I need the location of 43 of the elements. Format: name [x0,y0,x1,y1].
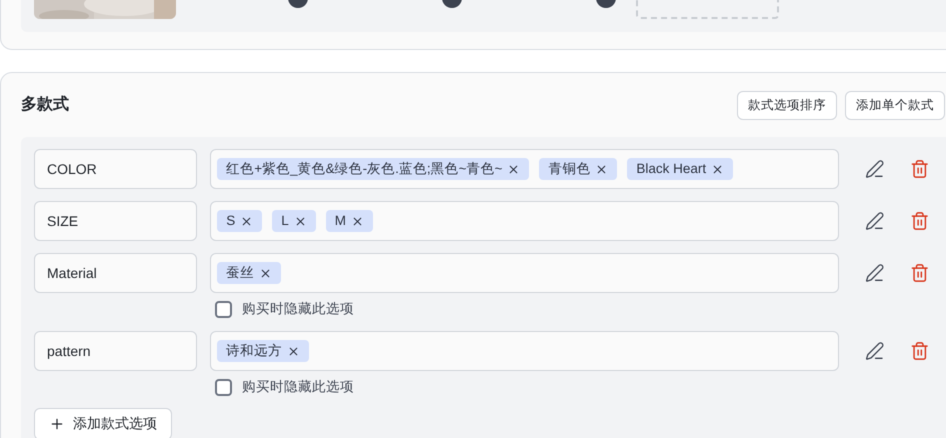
option-values-field[interactable]: 诗和远方 [210,331,840,372]
delete-icon[interactable] [910,341,929,362]
remove-icon[interactable] [507,162,520,176]
remove-icon[interactable] [240,214,254,228]
action-button[interactable]: 添加单个款式 [845,90,945,120]
tag-text: 红色+紫色_黄色&绿色-灰色.蓝色;黑色~青色~ [226,160,502,178]
option-name-field[interactable]: SIZE [34,201,198,241]
option-values-field[interactable]: S L M [210,201,840,241]
tag-text: L [281,212,289,230]
option-name-field[interactable]: pattern [34,331,198,372]
checkbox[interactable] [215,378,232,396]
section-title: 多款式 [21,94,69,115]
tag-text: 诗和远方 [226,342,282,360]
action-button[interactable]: 款式选项排序 [737,90,837,120]
remove-icon[interactable] [595,162,608,176]
option-name-field[interactable]: Material [34,253,198,293]
drag-handle-icon[interactable] [442,0,462,8]
remove-icon[interactable] [350,214,364,228]
edit-icon[interactable] [865,159,885,179]
edit-icon[interactable] [865,211,885,231]
edit-icon[interactable] [865,341,885,362]
drag-handle-icon[interactable] [596,0,616,8]
delete-icon[interactable] [910,211,929,231]
edit-icon[interactable] [865,263,885,283]
checkbox-label: 购买时隐藏此选项 [242,300,354,318]
checkbox[interactable] [215,300,232,318]
tag-text: Black Heart [636,160,706,178]
tag-text: 蚕丝 [226,264,254,282]
remove-icon[interactable] [294,214,307,228]
remove-icon[interactable] [287,344,300,358]
delete-icon[interactable] [910,263,929,283]
add-option-button[interactable]: 添加款式选项 [34,408,172,438]
option-values-field[interactable]: 蚕丝 [210,253,840,293]
remove-icon[interactable] [711,162,724,176]
drag-handle-icon[interactable] [288,0,308,8]
tag-text: 青铜色 [548,160,590,178]
delete-icon[interactable] [910,159,929,179]
remove-icon[interactable] [259,266,272,280]
option-values-field[interactable]: 红色+紫色_黄色&绿色-灰色.蓝色;黑色~青色~ 青铜色 Black Heart [210,149,840,189]
tag-text: M [334,212,346,230]
checkbox-label: 购买时隐藏此选项 [242,378,354,396]
tag-text: S [226,212,236,230]
option-name-field[interactable]: COLOR [34,149,198,189]
